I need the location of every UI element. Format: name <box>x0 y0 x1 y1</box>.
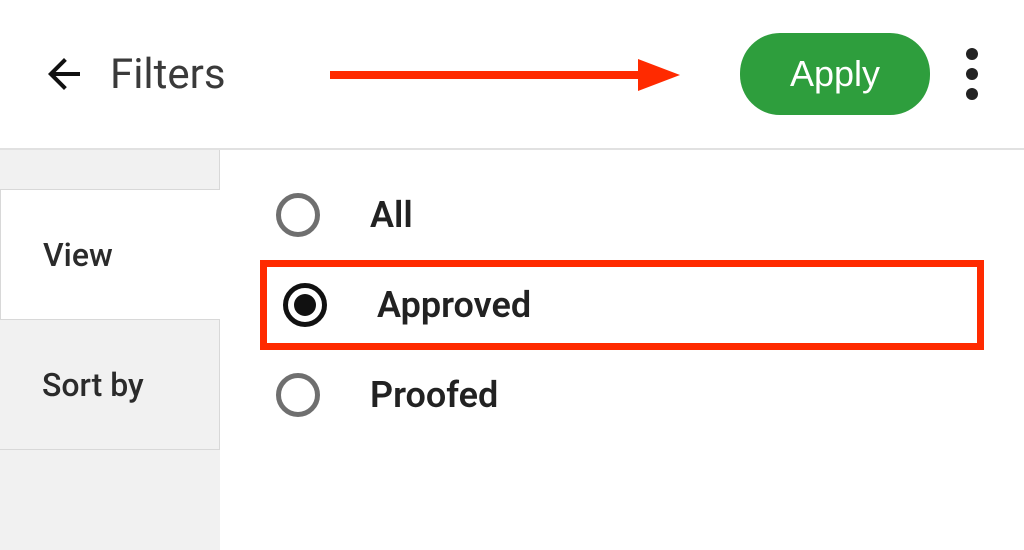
radio-icon <box>276 373 320 417</box>
radio-icon <box>283 283 327 327</box>
body: View Sort by All Approved Proofed <box>0 150 1024 550</box>
radio-label: All <box>370 194 413 236</box>
radio-option-all[interactable]: All <box>260 170 984 260</box>
sidebar-item-label: Sort by <box>42 366 144 404</box>
sidebar-spacer <box>0 150 220 190</box>
sidebar: View Sort by <box>0 150 220 550</box>
tab-view[interactable]: View <box>0 190 220 320</box>
radio-option-proofed[interactable]: Proofed <box>260 350 984 440</box>
view-options-panel: All Approved Proofed <box>220 150 1024 550</box>
overflow-menu-icon[interactable] <box>960 38 984 110</box>
back-icon[interactable] <box>40 50 88 98</box>
page-title: Filters <box>110 50 226 99</box>
header: Filters Apply <box>0 0 1024 150</box>
tab-sort-by[interactable]: Sort by <box>0 320 220 450</box>
radio-option-approved[interactable]: Approved <box>260 260 984 350</box>
annotation-arrow-icon <box>330 55 680 95</box>
radio-label: Approved <box>377 284 531 326</box>
radio-label: Proofed <box>370 374 498 416</box>
apply-button[interactable]: Apply <box>740 33 930 115</box>
sidebar-item-label: View <box>43 236 113 274</box>
radio-icon <box>276 193 320 237</box>
